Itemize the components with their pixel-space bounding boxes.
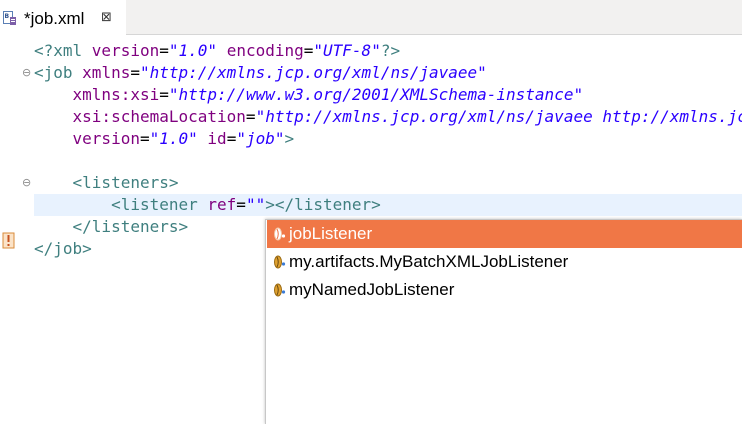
code-token: xsi:schemaLocation — [72, 107, 246, 126]
code-token: xmlns:xsi — [72, 85, 160, 104]
code-line[interactable]: xsi:schemaLocation="http://xmlns.jcp.org… — [34, 106, 742, 128]
tab-bar-background — [126, 0, 742, 35]
code-token: </job> — [34, 239, 92, 258]
code-line[interactable]: <?xml version="1.0" encoding="UTF-8"?> — [34, 40, 742, 62]
code-token: = — [303, 41, 314, 60]
code-token: encoding — [226, 41, 304, 60]
current-code-line[interactable]: <listener ref=""></listener> — [34, 194, 742, 216]
code-line[interactable]: version="1.0" id="job"> — [34, 128, 742, 150]
content-assist-item-label: my.artifacts.MyBatchXMLJobListener — [289, 252, 569, 271]
code-line[interactable] — [34, 150, 742, 172]
content-assist-popup[interactable]: jobListener my.artifacts.MyBatchXMLJobLis… — [265, 219, 742, 424]
code-token: ?> — [380, 41, 401, 60]
code-token: xmlns — [82, 63, 131, 82]
content-assist-item[interactable]: myNamedJobListener — [267, 276, 742, 304]
code-token: = — [226, 129, 237, 148]
code-token: "1.0" — [168, 41, 218, 60]
code-token: <listener — [111, 195, 208, 214]
code-token: <job — [34, 63, 83, 82]
content-assist-item[interactable]: jobListener — [267, 220, 742, 248]
code-token: ></listener> — [265, 195, 381, 214]
bean-icon — [274, 283, 286, 297]
code-token: id — [207, 129, 227, 148]
tab-title: *job.xml — [24, 9, 85, 28]
fold-toggle-icon[interactable]: ⊖ — [22, 62, 34, 84]
code-token: = — [130, 63, 140, 82]
code-token: = — [159, 85, 169, 104]
code-token: = — [245, 107, 256, 126]
code-token: "" — [245, 195, 266, 214]
close-tab-icon[interactable]: ⊠ — [101, 11, 112, 24]
code-token: = — [159, 41, 169, 60]
content-assist-item-label: jobListener — [289, 224, 373, 243]
code-token: ref — [207, 195, 237, 214]
code-token: "http://www.w3.org/2001/XMLSchema-instan… — [168, 85, 584, 104]
code-token: </listeners> — [72, 217, 189, 236]
code-token: = — [139, 129, 150, 148]
quick-fix-warning-icon[interactable] — [2, 232, 16, 250]
code-token: version — [72, 129, 140, 148]
code-token: version — [91, 41, 160, 60]
bean-icon — [274, 227, 286, 241]
code-line[interactable]: <job xmlns="http://xmlns.jcp.org/xml/ns/… — [34, 62, 742, 84]
xml-file-icon: B — [3, 11, 16, 25]
svg-text:B: B — [5, 13, 10, 20]
vertical-ruler — [0, 35, 20, 424]
code-token: "UTF-8" — [313, 41, 381, 60]
code-token: "1.0" — [149, 129, 198, 148]
code-token: > — [284, 129, 295, 148]
bean-icon — [274, 255, 286, 269]
content-assist-item[interactable]: my.artifacts.MyBatchXMLJobListener — [267, 248, 742, 276]
code-token: <listeners> — [72, 173, 179, 192]
content-assist-item-label: myNamedJobListener — [289, 280, 455, 299]
code-line[interactable]: <listeners> — [34, 172, 742, 194]
code-token: <?xml — [34, 41, 92, 60]
editor-tab-bar: B *job.xml ⊠ — [0, 0, 742, 35]
code-line[interactable]: xmlns:xsi="http://www.w3.org/2001/XMLSch… — [34, 84, 742, 106]
tab-job-xml[interactable]: B *job.xml ⊠ — [0, 0, 126, 35]
code-token: "job" — [236, 129, 285, 148]
code-token: "http://xmlns.jcp.org/xml/ns/javaee" — [139, 63, 487, 82]
code-token: "http://xmlns.jcp.org/xml/ns/javaee http… — [255, 107, 742, 126]
code-token: = — [236, 195, 246, 214]
fold-toggle-icon[interactable]: ⊖ — [22, 172, 34, 194]
